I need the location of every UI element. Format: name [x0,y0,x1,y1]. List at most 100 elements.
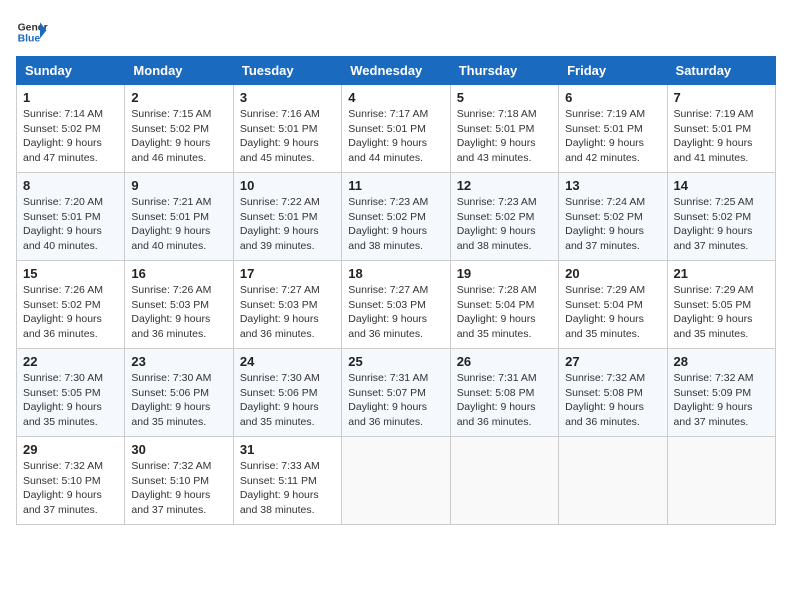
day-number: 16 [131,266,226,281]
day-info: Sunrise: 7:30 AMSunset: 5:05 PMDaylight:… [23,371,118,430]
day-number: 18 [348,266,443,281]
calendar-cell: 29 Sunrise: 7:32 AMSunset: 5:10 PMDayligh… [17,437,125,525]
calendar-cell: 2 Sunrise: 7:15 AMSunset: 5:02 PMDaylight… [125,85,233,173]
day-number: 23 [131,354,226,369]
calendar-cell: 26 Sunrise: 7:31 AMSunset: 5:08 PMDayligh… [450,349,558,437]
day-info: Sunrise: 7:14 AMSunset: 5:02 PMDaylight:… [23,107,118,166]
day-info: Sunrise: 7:31 AMSunset: 5:08 PMDaylight:… [457,371,552,430]
day-info: Sunrise: 7:23 AMSunset: 5:02 PMDaylight:… [457,195,552,254]
calendar-cell: 31 Sunrise: 7:33 AMSunset: 5:11 PMDayligh… [233,437,341,525]
calendar-table: SundayMondayTuesdayWednesdayThursdayFrid… [16,56,776,525]
day-number: 11 [348,178,443,193]
day-info: Sunrise: 7:31 AMSunset: 5:07 PMDaylight:… [348,371,443,430]
calendar-cell: 12 Sunrise: 7:23 AMSunset: 5:02 PMDayligh… [450,173,558,261]
day-info: Sunrise: 7:28 AMSunset: 5:04 PMDaylight:… [457,283,552,342]
calendar-cell: 27 Sunrise: 7:32 AMSunset: 5:08 PMDayligh… [559,349,667,437]
logo: General Blue [16,16,48,48]
day-info: Sunrise: 7:22 AMSunset: 5:01 PMDaylight:… [240,195,335,254]
day-info: Sunrise: 7:19 AMSunset: 5:01 PMDaylight:… [674,107,769,166]
day-info: Sunrise: 7:32 AMSunset: 5:10 PMDaylight:… [23,459,118,518]
calendar-cell: 15 Sunrise: 7:26 AMSunset: 5:02 PMDayligh… [17,261,125,349]
day-info: Sunrise: 7:21 AMSunset: 5:01 PMDaylight:… [131,195,226,254]
day-number: 3 [240,90,335,105]
day-number: 5 [457,90,552,105]
day-number: 17 [240,266,335,281]
week-row-5: 29 Sunrise: 7:32 AMSunset: 5:10 PMDayligh… [17,437,776,525]
day-info: Sunrise: 7:17 AMSunset: 5:01 PMDaylight:… [348,107,443,166]
day-number: 2 [131,90,226,105]
calendar-cell: 23 Sunrise: 7:30 AMSunset: 5:06 PMDayligh… [125,349,233,437]
calendar-cell: 7 Sunrise: 7:19 AMSunset: 5:01 PMDaylight… [667,85,775,173]
day-number: 4 [348,90,443,105]
calendar-cell: 1 Sunrise: 7:14 AMSunset: 5:02 PMDaylight… [17,85,125,173]
day-number: 29 [23,442,118,457]
day-info: Sunrise: 7:30 AMSunset: 5:06 PMDaylight:… [131,371,226,430]
day-info: Sunrise: 7:29 AMSunset: 5:05 PMDaylight:… [674,283,769,342]
day-info: Sunrise: 7:16 AMSunset: 5:01 PMDaylight:… [240,107,335,166]
calendar-cell: 6 Sunrise: 7:19 AMSunset: 5:01 PMDaylight… [559,85,667,173]
calendar-cell: 22 Sunrise: 7:30 AMSunset: 5:05 PMDayligh… [17,349,125,437]
day-number: 28 [674,354,769,369]
day-info: Sunrise: 7:15 AMSunset: 5:02 PMDaylight:… [131,107,226,166]
calendar-cell: 13Sunrise: 7:24 AMSunset: 5:02 PMDayligh… [559,173,667,261]
day-number: 25 [348,354,443,369]
day-number: 10 [240,178,335,193]
day-number: 20 [565,266,660,281]
calendar-cell: 5Sunrise: 7:18 AMSunset: 5:01 PMDaylight… [450,85,558,173]
svg-text:Blue: Blue [18,34,41,45]
week-row-3: 15 Sunrise: 7:26 AMSunset: 5:02 PMDayligh… [17,261,776,349]
day-number: 22 [23,354,118,369]
day-info: Sunrise: 7:20 AMSunset: 5:01 PMDaylight:… [23,195,118,254]
day-info: Sunrise: 7:29 AMSunset: 5:04 PMDaylight:… [565,283,660,342]
day-info: Sunrise: 7:23 AMSunset: 5:02 PMDaylight:… [348,195,443,254]
day-number: 19 [457,266,552,281]
week-row-4: 22 Sunrise: 7:30 AMSunset: 5:05 PMDayligh… [17,349,776,437]
day-number: 13 [565,178,660,193]
calendar-cell [667,437,775,525]
calendar-cell: 14 Sunrise: 7:25 AMSunset: 5:02 PMDayligh… [667,173,775,261]
calendar-cell: 4 Sunrise: 7:17 AMSunset: 5:01 PMDaylight… [342,85,450,173]
day-number: 24 [240,354,335,369]
day-header-wednesday: Wednesday [342,57,450,85]
calendar-cell: 18Sunrise: 7:27 AMSunset: 5:03 PMDayligh… [342,261,450,349]
calendar-cell: 25 Sunrise: 7:31 AMSunset: 5:07 PMDayligh… [342,349,450,437]
day-info: Sunrise: 7:25 AMSunset: 5:02 PMDaylight:… [674,195,769,254]
day-info: Sunrise: 7:32 AMSunset: 5:10 PMDaylight:… [131,459,226,518]
calendar-cell: 30Sunrise: 7:32 AMSunset: 5:10 PMDayligh… [125,437,233,525]
calendar-cell: 8Sunrise: 7:20 AMSunset: 5:01 PMDaylight… [17,173,125,261]
day-number: 9 [131,178,226,193]
day-number: 12 [457,178,552,193]
day-number: 1 [23,90,118,105]
day-info: Sunrise: 7:26 AMSunset: 5:03 PMDaylight:… [131,283,226,342]
day-number: 14 [674,178,769,193]
day-header-saturday: Saturday [667,57,775,85]
calendar-cell [450,437,558,525]
day-number: 6 [565,90,660,105]
day-info: Sunrise: 7:27 AMSunset: 5:03 PMDaylight:… [240,283,335,342]
calendar-cell: 17 Sunrise: 7:27 AMSunset: 5:03 PMDayligh… [233,261,341,349]
day-number: 21 [674,266,769,281]
day-header-monday: Monday [125,57,233,85]
day-number: 7 [674,90,769,105]
calendar-cell: 28 Sunrise: 7:32 AMSunset: 5:09 PMDayligh… [667,349,775,437]
day-header-thursday: Thursday [450,57,558,85]
day-info: Sunrise: 7:32 AMSunset: 5:09 PMDaylight:… [674,371,769,430]
day-number: 27 [565,354,660,369]
page-header: General Blue [16,16,776,48]
week-row-2: 8Sunrise: 7:20 AMSunset: 5:01 PMDaylight… [17,173,776,261]
day-header-friday: Friday [559,57,667,85]
day-info: Sunrise: 7:32 AMSunset: 5:08 PMDaylight:… [565,371,660,430]
logo-icon: General Blue [16,16,48,48]
calendar-cell: 10 Sunrise: 7:22 AMSunset: 5:01 PMDayligh… [233,173,341,261]
calendar-cell: 21 Sunrise: 7:29 AMSunset: 5:05 PMDayligh… [667,261,775,349]
day-info: Sunrise: 7:19 AMSunset: 5:01 PMDaylight:… [565,107,660,166]
calendar-cell: 24Sunrise: 7:30 AMSunset: 5:06 PMDayligh… [233,349,341,437]
day-header-tuesday: Tuesday [233,57,341,85]
calendar-cell [342,437,450,525]
day-number: 26 [457,354,552,369]
calendar-cell: 9 Sunrise: 7:21 AMSunset: 5:01 PMDaylight… [125,173,233,261]
day-info: Sunrise: 7:26 AMSunset: 5:02 PMDaylight:… [23,283,118,342]
day-number: 31 [240,442,335,457]
day-info: Sunrise: 7:33 AMSunset: 5:11 PMDaylight:… [240,459,335,518]
day-number: 15 [23,266,118,281]
